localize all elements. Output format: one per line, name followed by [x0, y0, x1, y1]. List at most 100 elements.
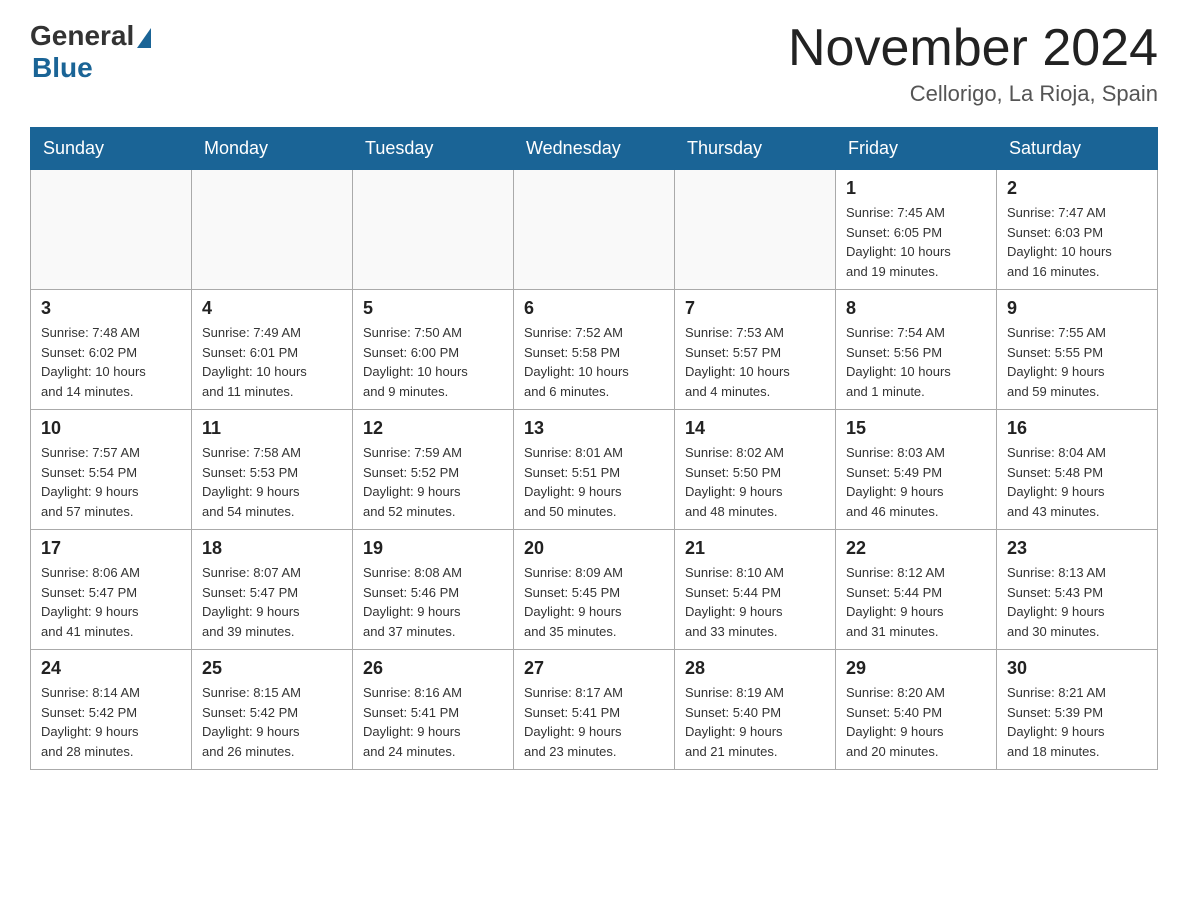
calendar-cell: 12 Sunrise: 7:59 AMSunset: 5:52 PMDayligh…: [353, 410, 514, 530]
logo-blue-text: Blue: [32, 52, 93, 84]
calendar-cell: 28 Sunrise: 8:19 AMSunset: 5:40 PMDayligh…: [675, 650, 836, 770]
day-info: Sunrise: 8:20 AMSunset: 5:40 PMDaylight:…: [846, 683, 986, 761]
week-row-4: 24 Sunrise: 8:14 AMSunset: 5:42 PMDayligh…: [31, 650, 1158, 770]
day-number: 9: [1007, 298, 1147, 319]
day-info: Sunrise: 8:06 AMSunset: 5:47 PMDaylight:…: [41, 563, 181, 641]
calendar-cell: 25 Sunrise: 8:15 AMSunset: 5:42 PMDayligh…: [192, 650, 353, 770]
calendar-cell: 11Sunrise: 7:58 AMSunset: 5:53 PMDayligh…: [192, 410, 353, 530]
calendar-cell: 2 Sunrise: 7:47 AMSunset: 6:03 PMDaylight…: [997, 170, 1158, 290]
calendar-cell: 3 Sunrise: 7:48 AMSunset: 6:02 PMDaylight…: [31, 290, 192, 410]
day-info: Sunrise: 8:01 AMSunset: 5:51 PMDaylight:…: [524, 443, 664, 521]
day-number: 3: [41, 298, 181, 319]
calendar-cell: 1 Sunrise: 7:45 AMSunset: 6:05 PMDaylight…: [836, 170, 997, 290]
day-number: 7: [685, 298, 825, 319]
day-info: Sunrise: 7:59 AMSunset: 5:52 PMDaylight:…: [363, 443, 503, 521]
day-number: 21: [685, 538, 825, 559]
day-number: 22: [846, 538, 986, 559]
day-info: Sunrise: 8:10 AMSunset: 5:44 PMDaylight:…: [685, 563, 825, 641]
day-info: Sunrise: 7:45 AMSunset: 6:05 PMDaylight:…: [846, 203, 986, 281]
calendar-cell: 19 Sunrise: 8:08 AMSunset: 5:46 PMDayligh…: [353, 530, 514, 650]
logo-general-text: General: [30, 20, 134, 52]
calendar-cell: [675, 170, 836, 290]
calendar-cell: 10Sunrise: 7:57 AMSunset: 5:54 PMDayligh…: [31, 410, 192, 530]
location-subtitle: Cellorigo, La Rioja, Spain: [788, 81, 1158, 107]
week-row-2: 10Sunrise: 7:57 AMSunset: 5:54 PMDayligh…: [31, 410, 1158, 530]
day-info: Sunrise: 7:52 AMSunset: 5:58 PMDaylight:…: [524, 323, 664, 401]
weekday-header-tuesday: Tuesday: [353, 128, 514, 170]
calendar-cell: 30 Sunrise: 8:21 AMSunset: 5:39 PMDayligh…: [997, 650, 1158, 770]
day-number: 1: [846, 178, 986, 199]
page-header: General Blue November 2024 Cellorigo, La…: [30, 20, 1158, 107]
week-row-1: 3 Sunrise: 7:48 AMSunset: 6:02 PMDaylight…: [31, 290, 1158, 410]
calendar-cell: [192, 170, 353, 290]
day-number: 11: [202, 418, 342, 439]
calendar-cell: 5 Sunrise: 7:50 AMSunset: 6:00 PMDaylight…: [353, 290, 514, 410]
day-number: 17: [41, 538, 181, 559]
calendar-cell: 22 Sunrise: 8:12 AMSunset: 5:44 PMDayligh…: [836, 530, 997, 650]
day-info: Sunrise: 8:19 AMSunset: 5:40 PMDaylight:…: [685, 683, 825, 761]
calendar-cell: 26Sunrise: 8:16 AMSunset: 5:41 PMDayligh…: [353, 650, 514, 770]
day-number: 28: [685, 658, 825, 679]
day-number: 6: [524, 298, 664, 319]
day-number: 18: [202, 538, 342, 559]
calendar-cell: 27 Sunrise: 8:17 AMSunset: 5:41 PMDayligh…: [514, 650, 675, 770]
day-number: 27: [524, 658, 664, 679]
calendar-cell: 8Sunrise: 7:54 AMSunset: 5:56 PMDaylight…: [836, 290, 997, 410]
logo: General Blue: [30, 20, 153, 84]
calendar-cell: 16Sunrise: 8:04 AMSunset: 5:48 PMDayligh…: [997, 410, 1158, 530]
day-info: Sunrise: 8:08 AMSunset: 5:46 PMDaylight:…: [363, 563, 503, 641]
calendar-cell: 29Sunrise: 8:20 AMSunset: 5:40 PMDayligh…: [836, 650, 997, 770]
calendar-cell: 21 Sunrise: 8:10 AMSunset: 5:44 PMDayligh…: [675, 530, 836, 650]
calendar-cell: 4 Sunrise: 7:49 AMSunset: 6:01 PMDaylight…: [192, 290, 353, 410]
weekday-header-sunday: Sunday: [31, 128, 192, 170]
weekday-header-friday: Friday: [836, 128, 997, 170]
day-info: Sunrise: 7:54 AMSunset: 5:56 PMDaylight:…: [846, 323, 986, 401]
weekday-header-monday: Monday: [192, 128, 353, 170]
calendar-cell: 24 Sunrise: 8:14 AMSunset: 5:42 PMDayligh…: [31, 650, 192, 770]
day-info: Sunrise: 7:47 AMSunset: 6:03 PMDaylight:…: [1007, 203, 1147, 281]
day-number: 23: [1007, 538, 1147, 559]
day-number: 15: [846, 418, 986, 439]
day-info: Sunrise: 8:16 AMSunset: 5:41 PMDaylight:…: [363, 683, 503, 761]
weekday-header-saturday: Saturday: [997, 128, 1158, 170]
day-info: Sunrise: 8:12 AMSunset: 5:44 PMDaylight:…: [846, 563, 986, 641]
day-info: Sunrise: 8:04 AMSunset: 5:48 PMDaylight:…: [1007, 443, 1147, 521]
day-number: 4: [202, 298, 342, 319]
calendar-cell: 6 Sunrise: 7:52 AMSunset: 5:58 PMDaylight…: [514, 290, 675, 410]
day-info: Sunrise: 7:55 AMSunset: 5:55 PMDaylight:…: [1007, 323, 1147, 401]
day-number: 24: [41, 658, 181, 679]
day-info: Sunrise: 7:48 AMSunset: 6:02 PMDaylight:…: [41, 323, 181, 401]
logo-triangle-icon: [137, 28, 151, 48]
day-number: 12: [363, 418, 503, 439]
day-info: Sunrise: 7:53 AMSunset: 5:57 PMDaylight:…: [685, 323, 825, 401]
calendar-cell: 14Sunrise: 8:02 AMSunset: 5:50 PMDayligh…: [675, 410, 836, 530]
day-info: Sunrise: 8:17 AMSunset: 5:41 PMDaylight:…: [524, 683, 664, 761]
calendar-cell: 13Sunrise: 8:01 AMSunset: 5:51 PMDayligh…: [514, 410, 675, 530]
calendar-cell: 15 Sunrise: 8:03 AMSunset: 5:49 PMDayligh…: [836, 410, 997, 530]
day-number: 30: [1007, 658, 1147, 679]
day-number: 14: [685, 418, 825, 439]
day-info: Sunrise: 8:14 AMSunset: 5:42 PMDaylight:…: [41, 683, 181, 761]
day-number: 5: [363, 298, 503, 319]
calendar-cell: 9 Sunrise: 7:55 AMSunset: 5:55 PMDaylight…: [997, 290, 1158, 410]
day-number: 19: [363, 538, 503, 559]
day-number: 25: [202, 658, 342, 679]
calendar-cell: 20Sunrise: 8:09 AMSunset: 5:45 PMDayligh…: [514, 530, 675, 650]
day-info: Sunrise: 8:07 AMSunset: 5:47 PMDaylight:…: [202, 563, 342, 641]
calendar-cell: 17 Sunrise: 8:06 AMSunset: 5:47 PMDayligh…: [31, 530, 192, 650]
day-info: Sunrise: 8:13 AMSunset: 5:43 PMDaylight:…: [1007, 563, 1147, 641]
day-info: Sunrise: 8:09 AMSunset: 5:45 PMDaylight:…: [524, 563, 664, 641]
day-info: Sunrise: 8:15 AMSunset: 5:42 PMDaylight:…: [202, 683, 342, 761]
month-year-title: November 2024: [788, 20, 1158, 77]
weekday-header-row: SundayMondayTuesdayWednesdayThursdayFrid…: [31, 128, 1158, 170]
day-info: Sunrise: 8:03 AMSunset: 5:49 PMDaylight:…: [846, 443, 986, 521]
day-info: Sunrise: 7:50 AMSunset: 6:00 PMDaylight:…: [363, 323, 503, 401]
calendar-table: SundayMondayTuesdayWednesdayThursdayFrid…: [30, 127, 1158, 770]
day-info: Sunrise: 7:49 AMSunset: 6:01 PMDaylight:…: [202, 323, 342, 401]
day-number: 2: [1007, 178, 1147, 199]
day-info: Sunrise: 8:21 AMSunset: 5:39 PMDaylight:…: [1007, 683, 1147, 761]
title-block: November 2024 Cellorigo, La Rioja, Spain: [788, 20, 1158, 107]
calendar-cell: [353, 170, 514, 290]
day-info: Sunrise: 7:57 AMSunset: 5:54 PMDaylight:…: [41, 443, 181, 521]
week-row-3: 17 Sunrise: 8:06 AMSunset: 5:47 PMDayligh…: [31, 530, 1158, 650]
